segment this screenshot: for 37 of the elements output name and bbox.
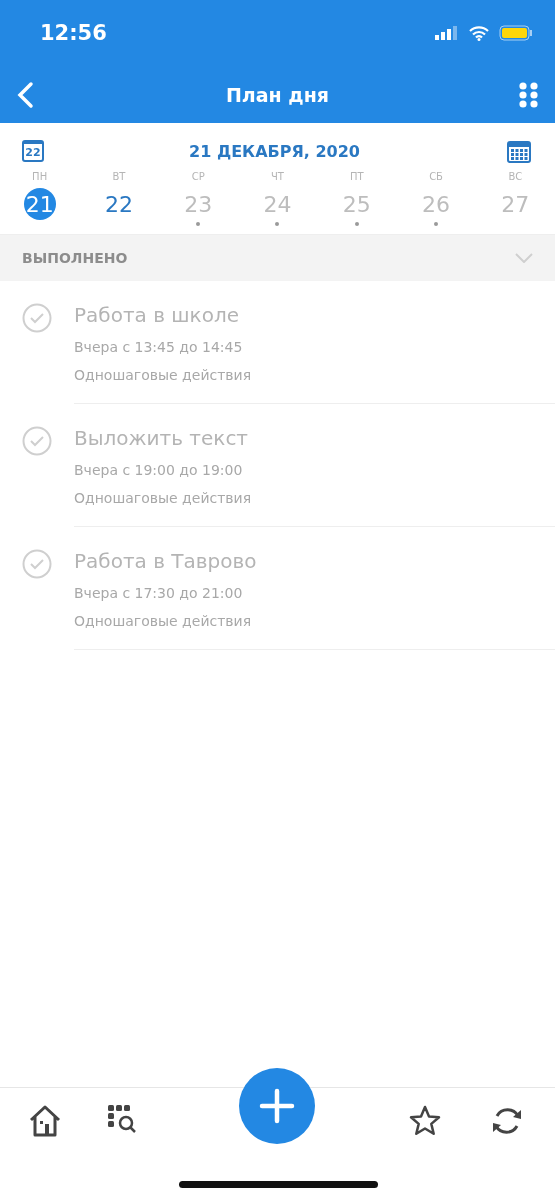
menu-button[interactable] [517, 79, 541, 110]
task-time: Вчера с 13:45 до 14:45 [74, 339, 244, 355]
day-button[interactable]: 27 [499, 188, 532, 220]
task-category: Одношаговые действия [74, 490, 253, 506]
check-circle-icon[interactable] [22, 549, 52, 579]
day-button[interactable]: 25 [340, 188, 373, 220]
task-time: Вчера с 17:30 до 21:00 [74, 585, 244, 601]
task-category: Одношаговые действия [74, 613, 253, 629]
screen-title: План дня [225, 83, 330, 106]
weekday-label: ПН [32, 171, 48, 182]
weekday-label: ЧТ [271, 171, 284, 182]
day-button[interactable]: 26 [420, 188, 453, 220]
check-circle-icon[interactable] [22, 303, 52, 333]
today-button[interactable]: 22 [22, 140, 44, 162]
day-button[interactable]: 22 [102, 188, 135, 220]
day-button[interactable]: 21 [23, 188, 56, 220]
weekday-label: СР [191, 171, 205, 182]
day-button[interactable]: 24 [261, 188, 294, 220]
weekday-label: ПТ [349, 171, 364, 182]
weekday-label: СБ [429, 171, 443, 182]
signal-icon [435, 26, 459, 40]
battery-icon [499, 25, 533, 41]
weekday-label: ВТ [112, 171, 126, 182]
check-circle-icon[interactable] [22, 426, 52, 456]
day-button[interactable]: 23 [182, 188, 215, 220]
section-title: ВЫПОЛНЕНО [22, 250, 128, 266]
wifi-icon [469, 25, 489, 41]
current-date: 21 ДЕКАБРЯ, 2020 [189, 141, 360, 161]
task-category: Одношаговые действия [74, 367, 253, 383]
plus-icon [259, 1088, 295, 1124]
task-time: Вчера с 19:00 до 19:00 [74, 462, 244, 478]
weekday-label: ВС [508, 171, 523, 182]
status-time: 12:56 [40, 21, 107, 45]
completed-section-header[interactable]: ВЫПОЛНЕНО [0, 235, 555, 281]
task-title: Работа в школе [74, 303, 240, 327]
task-title: Выложить текст [74, 426, 250, 450]
task-title: Работа в Таврово [74, 549, 258, 573]
